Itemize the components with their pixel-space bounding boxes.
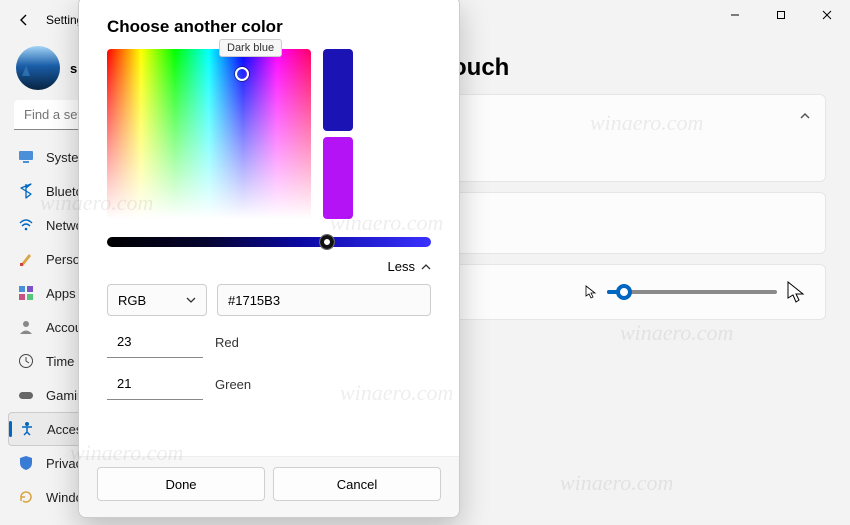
- gamepad-icon: [18, 387, 34, 403]
- accessibility-icon: [19, 421, 35, 437]
- avatar: [16, 46, 60, 90]
- spectrum-cursor[interactable]: [235, 67, 249, 81]
- close-button[interactable]: [804, 0, 850, 30]
- green-input[interactable]: [107, 368, 203, 400]
- preview-current-color: [323, 137, 353, 219]
- chevron-up-icon: [421, 262, 431, 272]
- green-label: Green: [215, 377, 251, 392]
- color-spectrum[interactable]: [107, 49, 311, 219]
- value-slider-thumb[interactable]: [319, 234, 335, 250]
- clock-icon: [18, 353, 34, 369]
- cursor-large-icon: [787, 281, 805, 303]
- dialog-title: Choose another color: [107, 17, 431, 37]
- color-mode-select[interactable]: RGB: [107, 284, 207, 316]
- chevron-down-icon: [186, 295, 196, 305]
- color-tooltip: Dark blue: [219, 39, 282, 57]
- profile-name: s: [70, 61, 77, 76]
- value-slider[interactable]: [107, 237, 431, 247]
- done-button[interactable]: Done: [97, 467, 265, 501]
- back-button[interactable]: [12, 8, 36, 32]
- color-picker-dialog: Choose another color Dark blue Less RGB: [78, 0, 460, 518]
- hex-input[interactable]: [217, 284, 431, 316]
- minimize-button[interactable]: [712, 0, 758, 30]
- wifi-icon: [18, 217, 34, 233]
- cursor-small-icon: [585, 285, 597, 299]
- preview-previous-color: [323, 49, 353, 131]
- bluetooth-icon: [18, 183, 34, 199]
- red-label: Red: [215, 335, 239, 350]
- apps-icon: [18, 285, 34, 301]
- person-icon: [18, 319, 34, 335]
- toggle-less[interactable]: Less: [107, 259, 431, 274]
- brush-icon: [18, 251, 34, 267]
- red-input[interactable]: [107, 326, 203, 358]
- chevron-up-icon[interactable]: [799, 109, 811, 127]
- maximize-button[interactable]: [758, 0, 804, 30]
- cancel-button[interactable]: Cancel: [273, 467, 441, 501]
- system-icon: [18, 149, 34, 165]
- shield-icon: [18, 455, 34, 471]
- slider-thumb[interactable]: [616, 284, 632, 300]
- update-icon: [18, 489, 34, 505]
- size-slider[interactable]: [607, 290, 777, 294]
